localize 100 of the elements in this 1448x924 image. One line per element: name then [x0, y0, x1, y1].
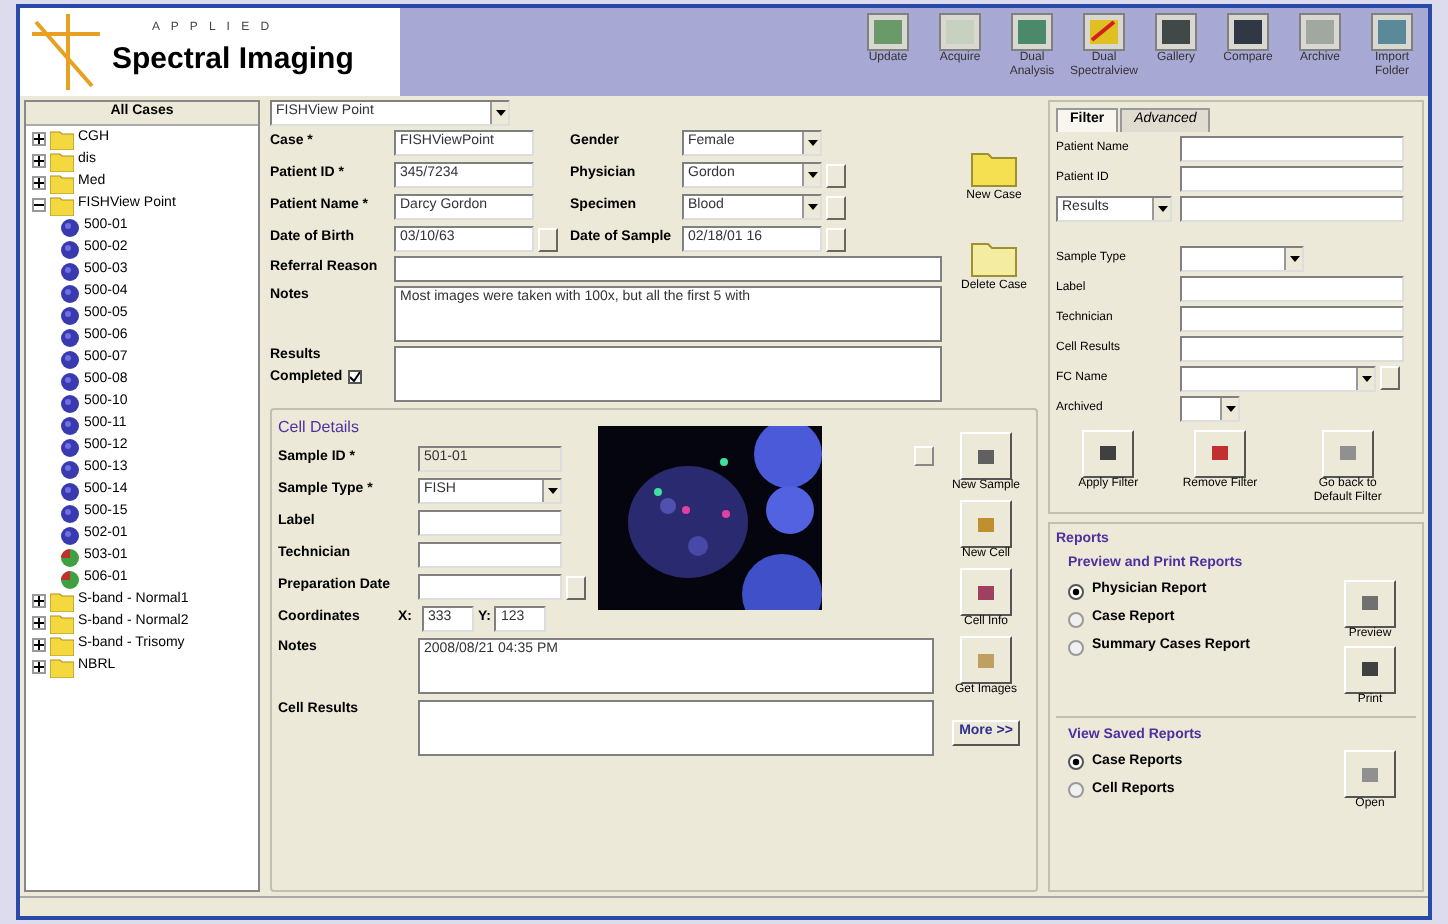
button-icon [1337, 444, 1358, 462]
browse-icon[interactable] [826, 163, 846, 187]
caret-icon [802, 132, 820, 154]
input-field[interactable] [1180, 165, 1404, 191]
button-icon [975, 447, 996, 465]
dropdown[interactable] [1180, 395, 1240, 421]
toolbar-icon [1082, 12, 1126, 52]
toolbar-icon [866, 12, 910, 52]
input-field[interactable] [418, 574, 562, 600]
icon-button[interactable] [1193, 429, 1246, 477]
toolbar-icon [1370, 12, 1414, 52]
results-field[interactable] [394, 346, 942, 402]
caret-icon [1220, 397, 1238, 419]
icon-button[interactable] [960, 500, 1012, 548]
toolbar-icon [1010, 12, 1054, 52]
input-field[interactable] [1180, 135, 1404, 161]
sample-icon [60, 239, 80, 259]
button-icon [976, 515, 996, 533]
folder-icon [50, 613, 74, 633]
sample-icon [60, 481, 80, 501]
dropdown[interactable] [1180, 365, 1376, 391]
expand-icon[interactable] [32, 154, 46, 168]
section-title: Cell Details [278, 416, 361, 440]
dropdown[interactable] [1180, 245, 1304, 271]
folder-icon [50, 635, 74, 655]
caret-icon [542, 480, 560, 502]
browse-icon[interactable] [538, 227, 558, 251]
folder-icon [50, 591, 74, 611]
expand-icon[interactable] [32, 176, 46, 190]
expand-icon[interactable] [32, 660, 46, 674]
sample-icon [60, 525, 80, 545]
button-icon [1360, 660, 1380, 678]
icon-button[interactable] [1344, 645, 1396, 693]
button-icon [975, 651, 996, 669]
collapse-icon[interactable] [32, 198, 46, 212]
icon-button[interactable] [1321, 429, 1374, 477]
caret-icon [490, 102, 508, 124]
expand-icon[interactable] [32, 638, 46, 652]
icon-button[interactable] [1082, 429, 1135, 477]
toolbar-icon [938, 12, 982, 52]
sample-icon [60, 283, 80, 303]
sample-icon [60, 415, 80, 435]
folder-icon [970, 148, 1018, 188]
folder-icon [50, 173, 74, 193]
caret-icon [1356, 367, 1374, 389]
toolbar-icon [1226, 12, 1270, 52]
button-icon [976, 583, 996, 601]
caret-icon [1152, 197, 1170, 219]
folder-icon [970, 238, 1018, 278]
checkbox[interactable] [348, 370, 363, 385]
browse-icon[interactable] [826, 227, 846, 251]
radio-button[interactable] [1068, 611, 1084, 627]
button-icon [1209, 444, 1230, 462]
caret-icon [802, 196, 820, 218]
button-icon [1098, 444, 1119, 462]
folder-icon [50, 151, 74, 171]
results-field[interactable] [418, 700, 934, 756]
sample-icon [60, 217, 80, 237]
button-icon [1360, 594, 1380, 612]
sample-icon [60, 327, 80, 347]
expand-icon[interactable] [32, 132, 46, 146]
sample-icon [60, 261, 80, 281]
browse-icon[interactable] [1380, 366, 1400, 390]
browse-icon[interactable] [826, 195, 846, 219]
caret-icon [1284, 247, 1302, 269]
sample-icon [60, 547, 80, 567]
expand-icon[interactable] [32, 616, 46, 630]
logo-icon [32, 14, 100, 90]
radio-button[interactable] [1068, 754, 1084, 770]
sample-icon [60, 305, 80, 325]
radio-button[interactable] [1068, 583, 1084, 599]
input-field[interactable] [1180, 305, 1404, 331]
icon-button[interactable] [1344, 750, 1396, 798]
input-field[interactable] [418, 542, 562, 568]
sample-icon [60, 437, 80, 457]
input-field[interactable] [394, 256, 942, 282]
folder-icon [50, 657, 74, 677]
icon-button[interactable] [959, 636, 1012, 684]
caret-icon [802, 164, 820, 186]
toolbar-icon [1154, 12, 1198, 52]
radio-button[interactable] [1068, 782, 1084, 798]
sample-icon [60, 459, 80, 479]
input-field[interactable] [418, 510, 562, 536]
input-field[interactable] [1180, 275, 1404, 301]
folder-icon [50, 195, 74, 215]
sample-icon [60, 503, 80, 523]
radio-button[interactable] [1068, 639, 1084, 655]
icon-button[interactable] [959, 432, 1012, 480]
sample-icon [60, 349, 80, 369]
input-field[interactable] [1180, 195, 1404, 221]
icon-button[interactable] [1344, 579, 1396, 627]
toolbar-icon [1298, 12, 1342, 52]
sample-icon [60, 569, 80, 589]
sample-icon [60, 371, 80, 391]
expand-icon[interactable] [32, 594, 46, 608]
icon-button[interactable] [960, 568, 1012, 616]
logo-text: Spectral Imaging [112, 40, 354, 81]
input-field[interactable] [1180, 335, 1404, 361]
sample-icon [60, 393, 80, 413]
browse-icon[interactable] [566, 575, 586, 599]
